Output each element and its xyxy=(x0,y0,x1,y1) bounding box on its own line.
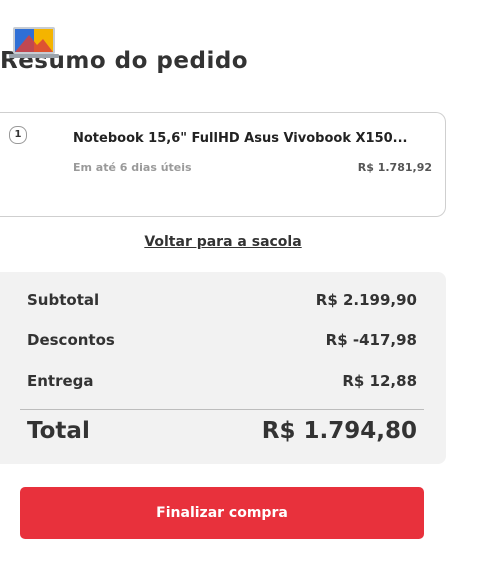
delivery-label: Entrega xyxy=(27,372,94,390)
item-name: Notebook 15,6" FullHD Asus Vivobook X150… xyxy=(73,131,408,146)
discounts-label: Descontos xyxy=(27,331,115,349)
total-row: Total R$ 1.794,80 xyxy=(27,418,417,444)
subtotal-label: Subtotal xyxy=(27,291,100,309)
subtotal-row: Subtotal R$ 2.199,90 xyxy=(27,291,417,309)
delivery-row: Entrega R$ 12,88 xyxy=(27,372,417,390)
item-delivery-estimate: Em até 6 dias úteis xyxy=(73,161,192,174)
totals-divider xyxy=(20,409,424,410)
checkout-button[interactable]: Finalizar compra xyxy=(20,487,424,539)
delivery-value: R$ 12,88 xyxy=(342,372,417,390)
total-value: R$ 1.794,80 xyxy=(261,418,417,444)
discounts-value: R$ -417,98 xyxy=(325,331,417,349)
total-label: Total xyxy=(27,418,90,444)
item-price: R$ 1.781,92 xyxy=(357,161,432,174)
laptop-thumbnail-icon xyxy=(9,27,59,58)
back-to-cart-link[interactable]: Voltar para a sacola xyxy=(0,234,446,250)
subtotal-value: R$ 2.199,90 xyxy=(315,291,417,309)
quantity-badge: 1 xyxy=(9,126,27,144)
discounts-row: Descontos R$ -417,98 xyxy=(27,331,417,349)
